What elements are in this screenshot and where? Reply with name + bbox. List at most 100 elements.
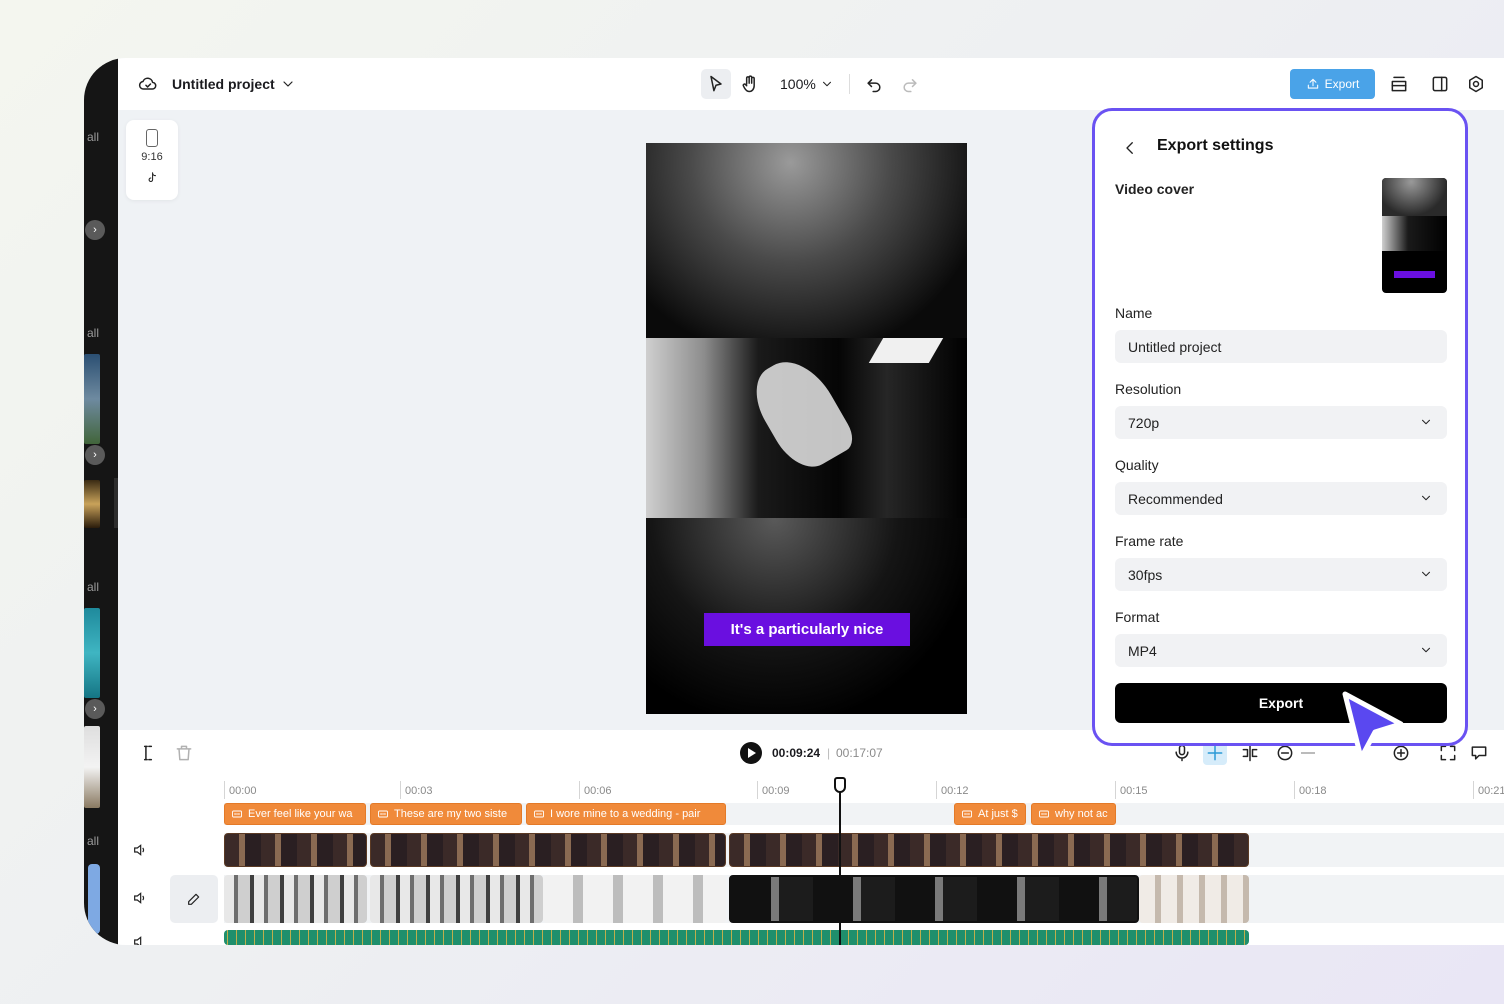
sidebar-expand-chevron[interactable]: ›	[85, 445, 105, 465]
record-voice-button[interactable]	[1172, 743, 1192, 763]
time-tick: 00:09	[757, 781, 790, 799]
media-thumbnail[interactable]	[88, 864, 100, 934]
subtitle-clip-text: These are my two siste	[394, 808, 508, 820]
time-tick: 00:03	[400, 781, 433, 799]
video-cover-thumbnail[interactable]	[1382, 178, 1447, 293]
name-label: Name	[1115, 305, 1153, 321]
chevron-down-icon	[1421, 495, 1431, 501]
subtitle-clip[interactable]: why not ac	[1031, 803, 1116, 825]
media-thumbnail[interactable]	[84, 726, 100, 808]
video-cover-label: Video cover	[1115, 181, 1195, 197]
resolution-label: Resolution	[1115, 381, 1182, 397]
media-thumbnail[interactable]	[84, 354, 100, 444]
cloud-icon[interactable]	[138, 74, 158, 94]
minus-circle-icon	[1277, 745, 1293, 761]
pencil-icon	[188, 893, 200, 905]
video-clip[interactable]	[729, 833, 1249, 867]
sidebar-expand-chevron[interactable]: ›	[85, 220, 105, 240]
video-clip[interactable]	[370, 833, 726, 867]
format-label: Format	[1115, 609, 1160, 625]
subtitle-clip[interactable]: Ever feel like your wa	[224, 803, 366, 825]
layers-icon	[1391, 76, 1407, 92]
split-view-button[interactable]	[1240, 743, 1260, 763]
split-layout-icon	[1432, 76, 1448, 92]
time-ruler[interactable]: 00:00 00:03 00:06 00:09 00:12 00:15 00:1…	[224, 776, 1504, 800]
subtitle-clip-text: I wore mine to a wedding - pair	[550, 808, 701, 820]
media-thumbnail[interactable]	[84, 608, 100, 698]
left-sidebar-strip: all › all › all › all	[84, 58, 118, 945]
framerate-value: 30fps	[1128, 566, 1163, 583]
layers-button[interactable]	[1388, 73, 1410, 95]
video-preview-canvas[interactable]: It's a particularly nice	[646, 143, 967, 714]
redo-button[interactable]	[899, 73, 921, 95]
video-clip[interactable]	[224, 833, 367, 867]
quality-select[interactable]: Recommended	[1115, 482, 1447, 515]
aspect-ratio-card[interactable]: 9:16	[126, 120, 178, 200]
sidebar-section-label: all	[87, 580, 100, 594]
back-arrow-icon[interactable]	[1121, 139, 1139, 157]
subtitle-clip-text: why not ac	[1055, 808, 1108, 820]
project-title[interactable]: Untitled project	[172, 74, 275, 94]
split-clip-button[interactable]	[138, 743, 158, 763]
panel-title: Export settings	[1157, 137, 1274, 154]
current-time: 00:09:24	[772, 746, 821, 760]
framerate-select[interactable]: 30fps	[1115, 558, 1447, 591]
export-top-button[interactable]: Export	[1290, 69, 1375, 99]
feedback-button[interactable]	[1469, 743, 1489, 763]
time-tick: 00:15	[1115, 781, 1148, 799]
subtitle-clip[interactable]: These are my two siste	[370, 803, 522, 825]
top-toolbar: Untitled project 100% Export	[118, 58, 1504, 110]
gear-icon	[1469, 75, 1483, 93]
sidebar-expand-chevron[interactable]: ›	[85, 699, 105, 719]
caption-icon	[534, 810, 544, 818]
chevron-down-icon[interactable]	[280, 76, 296, 92]
playhead-line[interactable]	[839, 778, 841, 945]
settings-button[interactable]	[1465, 73, 1487, 95]
sidebar-section-label: all	[87, 130, 100, 144]
undo-icon	[867, 79, 881, 93]
subtitle-clip[interactable]: At just $	[954, 803, 1026, 825]
fullscreen-button[interactable]	[1438, 743, 1458, 763]
video-clip[interactable]	[543, 875, 726, 923]
split-icon	[143, 745, 153, 761]
export-settings-panel: Export settings Video cover Name Untitle…	[1092, 108, 1468, 746]
chevron-down-icon	[1421, 571, 1431, 577]
speaker-icon[interactable]	[132, 842, 148, 858]
format-select[interactable]: MP4	[1115, 634, 1447, 667]
upload-icon	[1307, 78, 1318, 89]
video-clip[interactable]	[224, 875, 367, 923]
subtitle-clip-text: At just $	[978, 808, 1018, 820]
toolbar-divider	[849, 74, 850, 94]
speaker-icon[interactable]	[132, 890, 148, 906]
zoom-slider[interactable]	[1301, 752, 1315, 754]
chevron-down-icon	[1421, 419, 1431, 425]
zoom-out-button[interactable]	[1275, 743, 1295, 763]
caption-overlay[interactable]: It's a particularly nice	[704, 613, 910, 646]
delete-button[interactable]	[174, 743, 194, 763]
undo-button[interactable]	[863, 73, 885, 95]
layout-button[interactable]	[1429, 73, 1451, 95]
caption-icon	[1039, 810, 1049, 818]
export-top-label: Export	[1324, 77, 1360, 91]
speaker-icon[interactable]	[132, 934, 148, 945]
audio-clip[interactable]	[224, 930, 1249, 945]
quality-label: Quality	[1115, 457, 1159, 473]
media-thumbnail[interactable]	[84, 480, 100, 528]
video-clip[interactable]	[370, 875, 543, 923]
video-clip[interactable]	[1139, 875, 1249, 923]
select-tool-button[interactable]	[701, 69, 731, 99]
zoom-select[interactable]: 100%	[780, 75, 834, 93]
time-tick: 00:21	[1473, 781, 1504, 799]
playhead-handle[interactable]	[834, 777, 846, 793]
hand-icon	[742, 75, 755, 93]
caption-icon	[962, 810, 972, 818]
video-clip-selected[interactable]	[729, 875, 1139, 923]
play-button[interactable]	[740, 742, 762, 764]
edit-cover-button[interactable]	[170, 875, 218, 923]
subtitle-clip[interactable]: I wore mine to a wedding - pair	[526, 803, 726, 825]
format-value: MP4	[1128, 642, 1157, 659]
time-tick: 00:00	[224, 781, 257, 799]
name-input[interactable]: Untitled project	[1115, 330, 1447, 363]
resolution-select[interactable]: 720p	[1115, 406, 1447, 439]
hand-tool-button[interactable]	[738, 72, 762, 96]
